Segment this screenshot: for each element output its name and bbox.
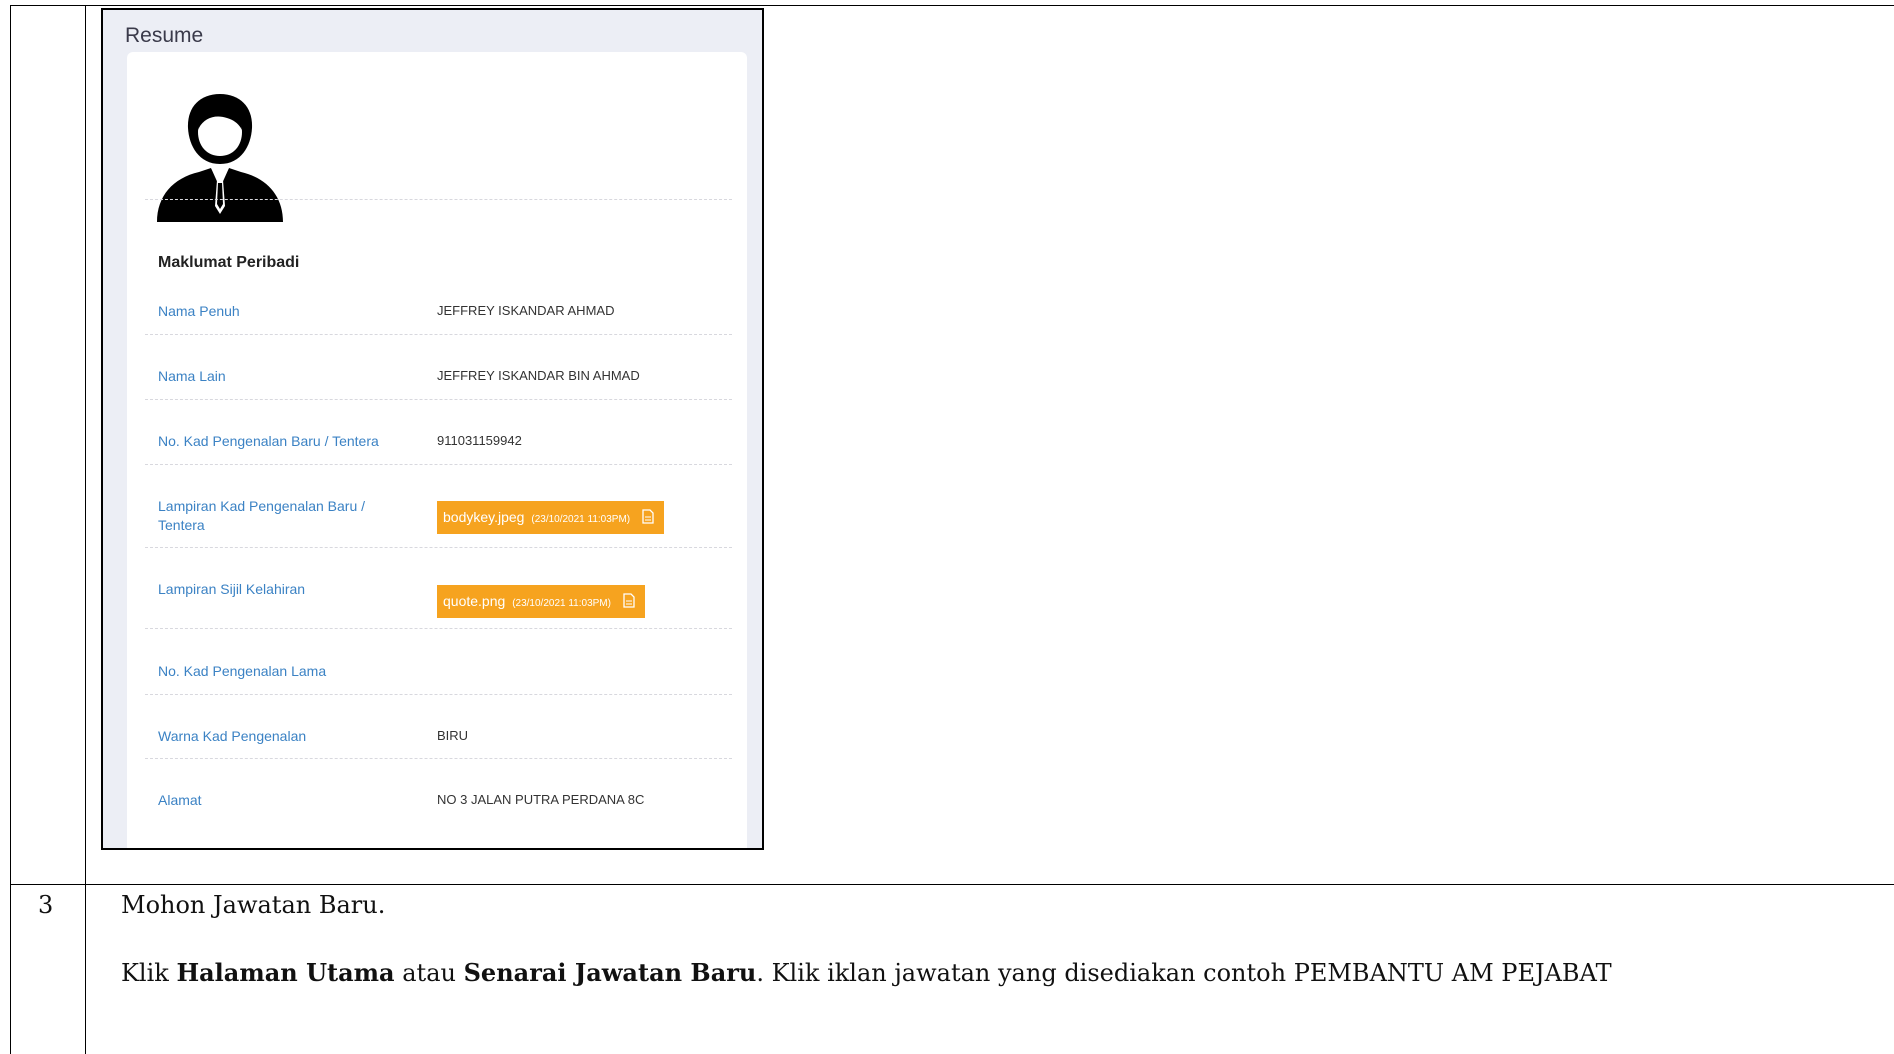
separator (145, 628, 732, 629)
file-name: bodykey.jpeg (443, 509, 525, 525)
field-value-nama-lain: JEFFREY ISKANDAR BIN AHMAD (437, 368, 640, 383)
file-timestamp: (23/10/2021 11:03PM) (531, 514, 631, 525)
field-value-ic-baru: 911031159942 (437, 433, 522, 448)
file-chip-lampiran-sijil[interactable]: quote.png (23/10/2021 11:03PM) (437, 585, 645, 618)
bold-halaman-utama: Halaman Utama (176, 958, 395, 987)
separator (145, 464, 732, 465)
file-chip-lampiran-ic[interactable]: bodykey.jpeg (23/10/2021 11:03PM) (437, 501, 665, 534)
table-column-divider (85, 5, 86, 1054)
instruction-part: . Klik iklan jawatan yang disediakan con… (756, 959, 1612, 987)
separator (145, 758, 732, 759)
table-border-top (10, 5, 1894, 6)
row-number: 3 (38, 891, 54, 919)
instruction-text: Klik Halaman Utama atau Senarai Jawatan … (121, 956, 1881, 990)
field-label-nama-penuh: Nama Penuh (158, 303, 240, 319)
user-avatar-icon (157, 94, 283, 222)
document-icon (623, 593, 635, 608)
field-label-ic-baru: No. Kad Pengenalan Baru / Tentera (158, 433, 379, 449)
field-label-warna-kad: Warna Kad Pengenalan (158, 728, 307, 744)
separator (145, 547, 732, 548)
panel-title: Resume (125, 24, 204, 47)
field-label-alamat: Alamat (158, 792, 202, 808)
resume-screenshot: Resume Maklumat Peribadi Nama Penuh JEFF… (101, 8, 764, 850)
table-row-divider (10, 884, 1894, 885)
separator (145, 399, 732, 400)
field-label-lampiran-ic: Lampiran Kad Pengenalan Baru / Tentera (158, 498, 366, 533)
table-border-left (10, 5, 11, 1054)
instruction-part: atau (394, 959, 464, 987)
resume-card: Maklumat Peribadi Nama Penuh JEFFREY ISK… (127, 52, 747, 848)
field-value-alamat: NO 3 JALAN PUTRA PERDANA 8C (437, 792, 645, 807)
file-name: quote.png (443, 593, 506, 609)
section-heading: Maklumat Peribadi (158, 254, 300, 271)
field-value-warna-kad: BIRU (437, 728, 469, 743)
field-label-nama-lain: Nama Lain (158, 368, 226, 384)
separator (145, 334, 732, 335)
field-label-lampiran-sijil: Lampiran Sijil Kelahiran (158, 581, 306, 597)
separator (145, 694, 732, 695)
document-icon (642, 509, 654, 524)
bold-senarai-jawatan-baru: Senarai Jawatan Baru (463, 958, 757, 987)
field-label-ic-lama: No. Kad Pengenalan Lama (158, 663, 327, 679)
field-value-nama-penuh: JEFFREY ISKANDAR AHMAD (437, 303, 615, 318)
step-title: Mohon Jawatan Baru. (121, 891, 386, 919)
file-timestamp: (23/10/2021 11:03PM) (512, 598, 611, 609)
separator (145, 199, 732, 200)
instruction-part: Klik (121, 959, 177, 987)
